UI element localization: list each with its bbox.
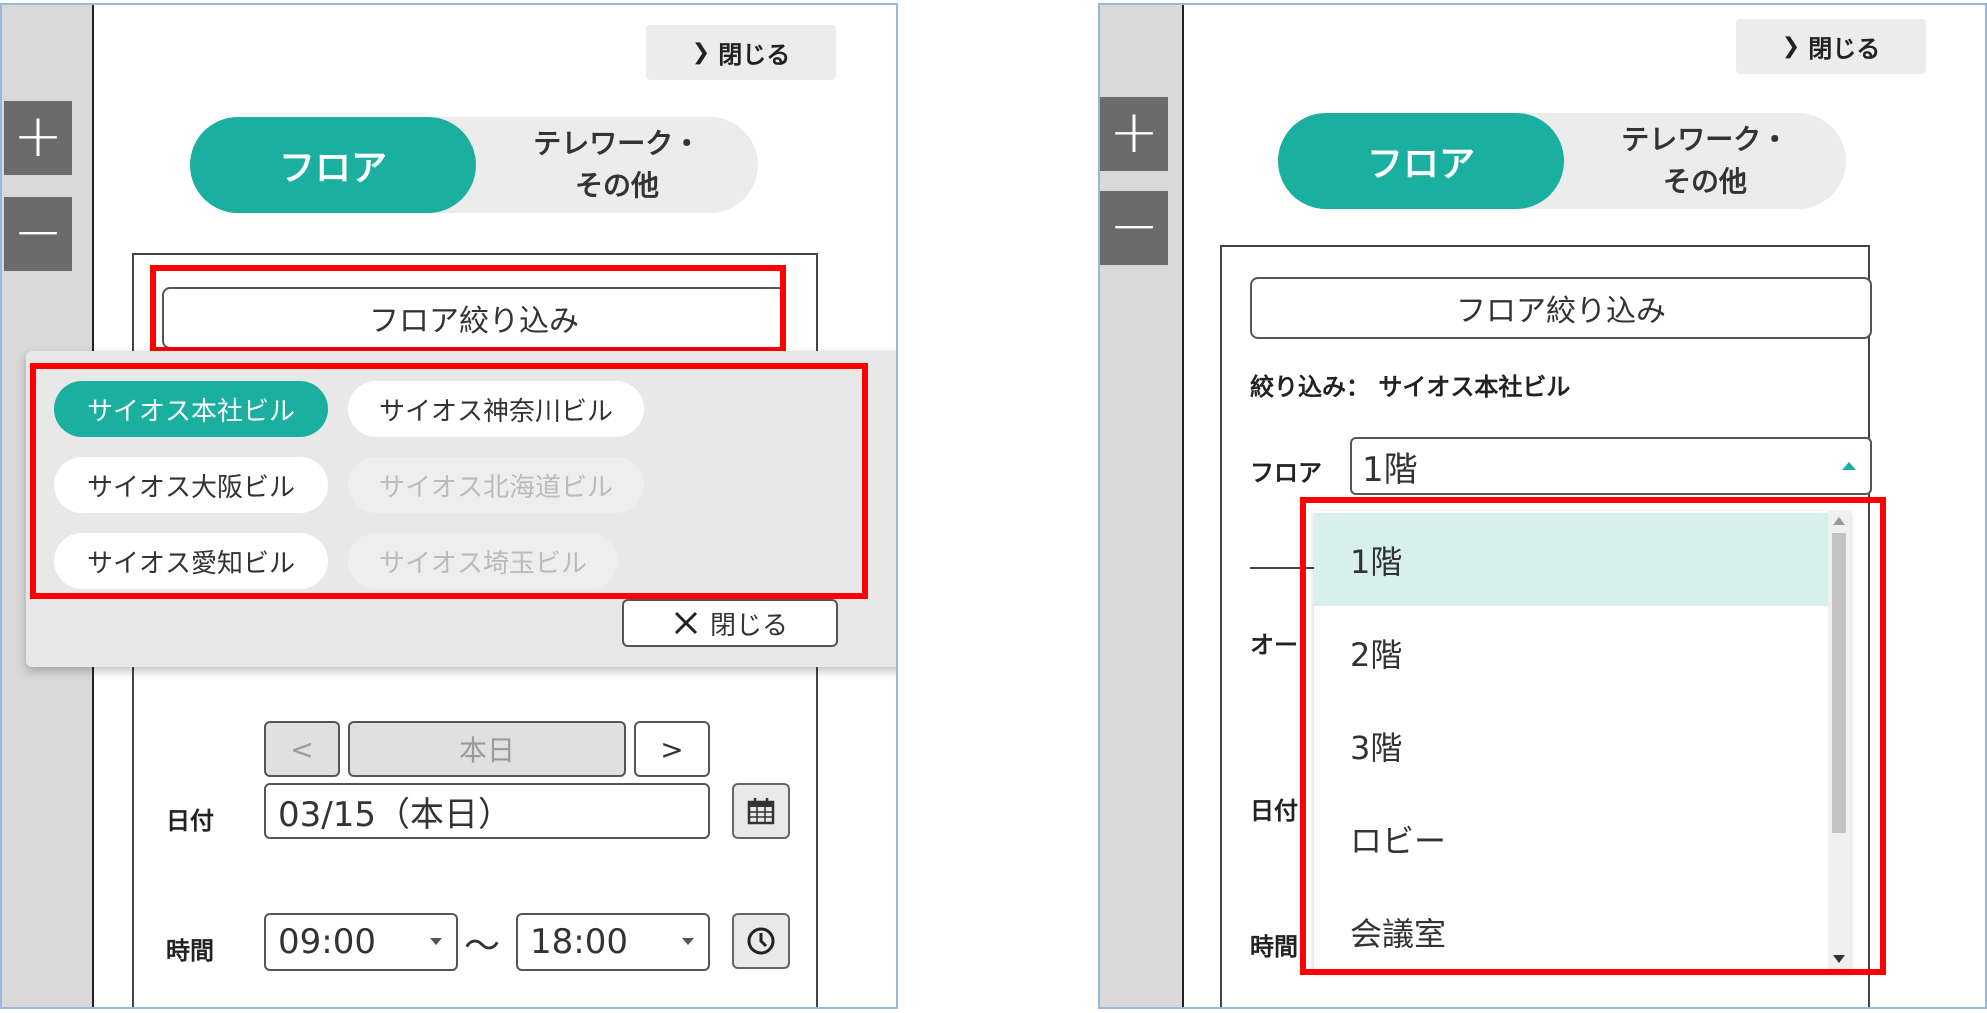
scroll-down-icon[interactable] bbox=[1833, 955, 1845, 963]
floor-option[interactable]: ロビー bbox=[1314, 792, 1828, 885]
time-start-value: 09:00 bbox=[278, 922, 376, 962]
calendar-icon bbox=[747, 798, 775, 825]
right-screenshot: + − ❯ 閉じる フロア テレワーク・ その他 フロア絞り込み 絞り込み： サ… bbox=[1098, 3, 1987, 1009]
floor-option[interactable]: 3階 bbox=[1314, 699, 1828, 792]
time-end-select[interactable]: 18:00 bbox=[516, 913, 710, 971]
owner-label-partial: オー bbox=[1250, 631, 1298, 659]
tab-telework-line1: テレワーク・ bbox=[1621, 123, 1789, 156]
tab-floor[interactable]: フロア bbox=[1278, 113, 1564, 209]
floor-option[interactable]: 2階 bbox=[1314, 606, 1828, 699]
date-label-partial: 日付 bbox=[1250, 797, 1298, 825]
chevron-right-icon: ❯ bbox=[691, 40, 711, 65]
clock-icon bbox=[747, 927, 775, 955]
popup-close-label: 閉じる bbox=[709, 610, 788, 641]
today-button[interactable]: 本日 bbox=[348, 721, 626, 777]
floor-option[interactable]: 1階 bbox=[1314, 513, 1828, 606]
chevron-up-icon bbox=[1842, 462, 1856, 470]
tab-telework-line1: テレワーク・ bbox=[533, 127, 701, 160]
floor-select[interactable]: 1階 bbox=[1350, 437, 1872, 495]
floor-label: フロア bbox=[1250, 459, 1322, 487]
zoom-in-button[interactable]: + bbox=[1100, 97, 1168, 171]
time-label-partial: 時間 bbox=[1250, 933, 1298, 961]
sidebar-close-button[interactable]: ❯ 閉じる bbox=[1736, 19, 1926, 74]
mode-toggle: フロア テレワーク・ その他 bbox=[1278, 113, 1846, 209]
left-screenshot: + − ❯ 閉じる フロア テレワーク・ その他 フロア絞り込み < 本日 > … bbox=[0, 3, 898, 1009]
sidebar-close-button[interactable]: ❯ 閉じる bbox=[646, 25, 836, 80]
zoom-in-button[interactable]: + bbox=[4, 101, 72, 175]
sidebar-close-label: 閉じる bbox=[718, 41, 791, 69]
divider-line bbox=[1250, 567, 1320, 569]
date-input[interactable]: 03/15（本日） bbox=[264, 783, 710, 839]
popup-close-button[interactable]: 閉じる bbox=[622, 599, 838, 647]
building-chip-saitama: サイオス埼玉ビル bbox=[348, 533, 618, 589]
chevron-down-icon bbox=[682, 938, 694, 945]
close-x-icon bbox=[674, 611, 698, 635]
dropdown-scrollbar[interactable] bbox=[1828, 511, 1850, 971]
prev-day-button[interactable]: < bbox=[264, 721, 340, 777]
sidebar-close-label: 閉じる bbox=[1808, 35, 1881, 63]
tab-telework[interactable]: テレワーク・ その他 bbox=[1564, 113, 1846, 209]
zoom-out-button[interactable]: − bbox=[1100, 191, 1168, 265]
building-chip-hokkaido: サイオス北海道ビル bbox=[348, 457, 644, 513]
tab-floor[interactable]: フロア bbox=[190, 117, 476, 213]
floor-option[interactable]: 会議室 bbox=[1314, 885, 1828, 971]
scrollbar-thumb[interactable] bbox=[1832, 533, 1846, 833]
date-label: 日付 bbox=[166, 807, 214, 835]
tab-telework-line2: その他 bbox=[1662, 165, 1747, 198]
floor-filter-button[interactable]: フロア絞り込み bbox=[162, 287, 786, 349]
calendar-button[interactable] bbox=[732, 783, 790, 839]
next-day-button[interactable]: > bbox=[634, 721, 710, 777]
building-chip-osaka[interactable]: サイオス大阪ビル bbox=[54, 457, 328, 513]
tab-telework[interactable]: テレワーク・ その他 bbox=[476, 117, 758, 213]
chevron-down-icon bbox=[430, 938, 442, 945]
floor-select-value: 1階 bbox=[1362, 449, 1418, 490]
filter-status: 絞り込み： サイオス本社ビル bbox=[1250, 373, 1571, 401]
time-end-value: 18:00 bbox=[530, 922, 628, 962]
time-start-select[interactable]: 09:00 bbox=[264, 913, 458, 971]
floor-filter-button[interactable]: フロア絞り込み bbox=[1250, 277, 1872, 339]
time-separator: 〜 bbox=[464, 926, 501, 967]
zoom-out-button[interactable]: − bbox=[4, 197, 72, 271]
time-label: 時間 bbox=[166, 937, 214, 965]
building-chip-aichi[interactable]: サイオス愛知ビル bbox=[54, 533, 328, 589]
chevron-right-icon: ❯ bbox=[1781, 34, 1801, 59]
scroll-up-icon[interactable] bbox=[1833, 517, 1845, 525]
mode-toggle: フロア テレワーク・ その他 bbox=[190, 117, 758, 213]
building-chip-kanagawa[interactable]: サイオス神奈川ビル bbox=[348, 381, 644, 437]
building-filter-popup: サイオス本社ビル サイオス神奈川ビル サイオス大阪ビル サイオス北海道ビル サイ… bbox=[26, 351, 896, 667]
building-chip-honsha[interactable]: サイオス本社ビル bbox=[54, 381, 328, 437]
clock-button[interactable] bbox=[732, 913, 790, 969]
floor-dropdown-list[interactable]: 1階 2階 3階 ロビー 会議室 bbox=[1314, 511, 1850, 971]
tab-telework-line2: その他 bbox=[574, 169, 659, 202]
